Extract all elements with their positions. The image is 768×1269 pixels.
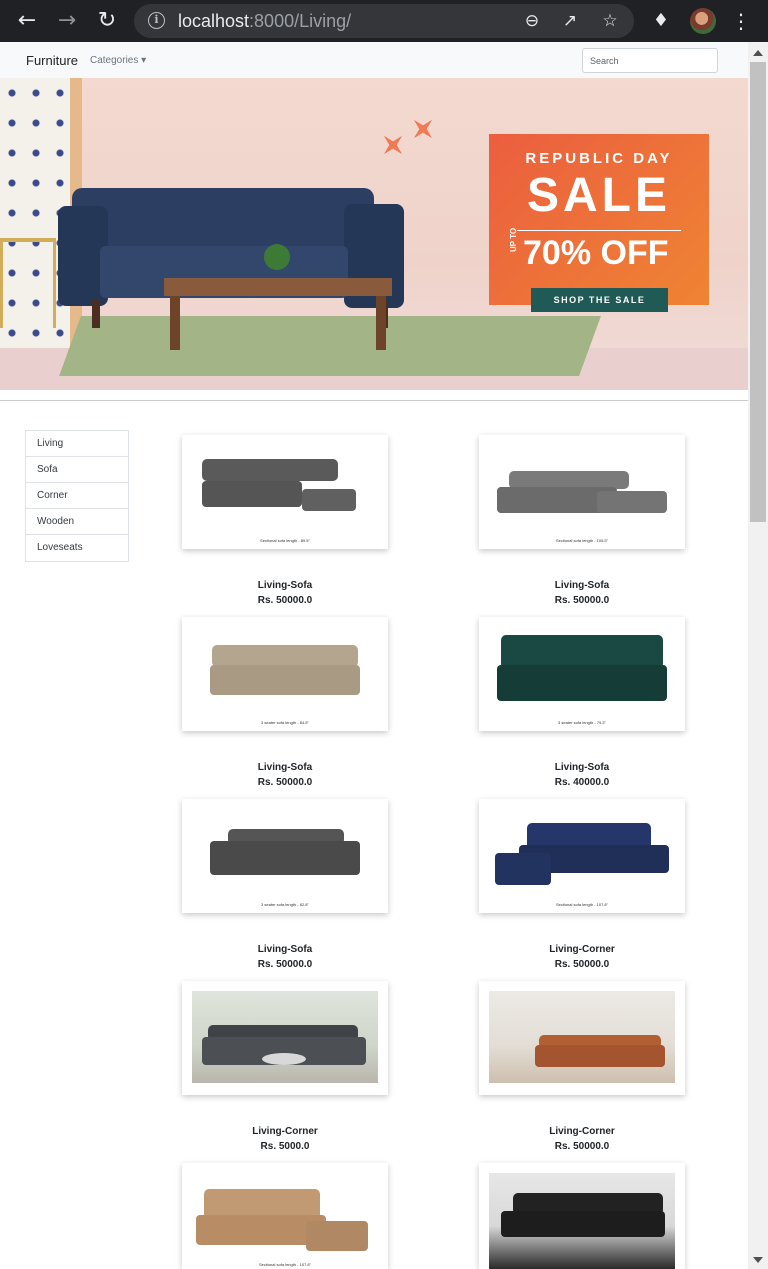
product-price: Rs. 50000.0: [257, 959, 313, 970]
pinwheel-icon: [405, 111, 442, 148]
product-image[interactable]: 3 seater sofa length - 82.8": [182, 799, 388, 913]
extensions-icon[interactable]: ♦: [646, 6, 676, 36]
sale-title: SALE: [526, 169, 671, 222]
category-item-sofa[interactable]: Sofa: [26, 457, 128, 483]
product-name[interactable]: Living-Corner: [182, 1126, 388, 1137]
address-bar[interactable]: i localhost:8000/Living/ ⊖ ↗ ☆: [134, 4, 634, 38]
product-name[interactable]: Living-Sofa: [182, 762, 388, 773]
product-image[interactable]: Sectional sofa length - 105.5": [479, 435, 685, 549]
product-price: Rs. 50000.0: [554, 595, 610, 606]
sofa-leg: [92, 300, 100, 328]
categories-label: Categories: [90, 55, 139, 66]
scroll-up-arrow-icon[interactable]: [753, 50, 763, 56]
profile-avatar[interactable]: [690, 8, 716, 34]
product-caption: 3 seater sofa length - 84.5": [261, 720, 309, 725]
caret-down-icon: ▾: [141, 55, 147, 66]
browser-toolbar: ← → ↻ i localhost:8000/Living/ ⊖ ↗ ☆ ♦ ⋮: [0, 0, 768, 42]
product-image[interactable]: Sectional sofa length - 89.5": [182, 435, 388, 549]
product-name[interactable]: Living-Sofa: [479, 762, 685, 773]
search-input[interactable]: [582, 48, 718, 73]
product-caption: Sectional sofa length - 107.8": [258, 1262, 312, 1267]
site-navbar: Furniture Categories ▾: [0, 42, 748, 78]
category-list: Living Sofa Corner Wooden Loveseats: [25, 430, 129, 562]
product-name[interactable]: Living-Corner: [479, 1126, 685, 1137]
pinwheel-icon: [375, 127, 412, 164]
product-image[interactable]: 3 seater sofa length - 79.3": [479, 617, 685, 731]
sale-divider: [517, 230, 681, 231]
category-item-living[interactable]: Living: [26, 431, 128, 457]
product-name[interactable]: Living-Corner: [479, 944, 685, 955]
sale-heading: REPUBLIC DAY: [525, 150, 673, 167]
zoom-out-icon[interactable]: ⊖: [520, 9, 544, 33]
product-price: Rs. 5000.0: [260, 1141, 310, 1152]
product-caption: Sectional sofa length - 105.5": [555, 538, 609, 543]
category-item-loveseats[interactable]: Loveseats: [26, 535, 128, 561]
forward-arrow-icon[interactable]: →: [52, 6, 82, 36]
product-name[interactable]: Living-Sofa: [182, 580, 388, 591]
category-item-corner[interactable]: Corner: [26, 483, 128, 509]
product-caption: Sectional sofa length - 107.8": [555, 902, 609, 907]
back-arrow-icon[interactable]: ←: [12, 6, 42, 36]
sale-upto: UP TO: [509, 227, 518, 252]
product-image[interactable]: [182, 981, 388, 1095]
star-icon[interactable]: ☆: [598, 9, 622, 33]
product-price: Rs. 50000.0: [554, 1141, 610, 1152]
product-name[interactable]: Living-Sofa: [479, 580, 685, 591]
product-name[interactable]: Living-Sofa: [182, 944, 388, 955]
product-caption: 3 seater sofa length - 82.8": [261, 902, 309, 907]
menu-icon[interactable]: ⋮: [726, 6, 756, 36]
product-image[interactable]: [479, 1163, 685, 1269]
side-table: [0, 238, 56, 328]
scrollbar-thumb[interactable]: [750, 62, 766, 522]
green-rug: [59, 316, 601, 376]
share-icon[interactable]: ↗: [558, 9, 582, 33]
category-item-wooden[interactable]: Wooden: [26, 509, 128, 535]
product-image[interactable]: Sectional sofa length - 107.8": [479, 799, 685, 913]
page-scrollbar[interactable]: [748, 42, 768, 1269]
reload-icon[interactable]: ↻: [92, 6, 122, 36]
hero-banner[interactable]: REPUBLIC DAY SALE UP TO 70% OFF SHOP THE…: [0, 78, 748, 390]
divider: [0, 400, 748, 401]
product-price: Rs. 50000.0: [257, 777, 313, 788]
coffee-table: [164, 278, 392, 296]
product-image[interactable]: Sectional sofa length - 107.8": [182, 1163, 388, 1269]
sale-discount: 70% OFF: [523, 234, 669, 272]
product-price: Rs. 50000.0: [257, 595, 313, 606]
product-price: Rs. 50000.0: [554, 959, 610, 970]
brand-link[interactable]: Furniture: [26, 53, 78, 68]
url-text[interactable]: localhost:8000/Living/: [178, 11, 351, 32]
product-price: Rs. 40000.0: [554, 777, 610, 788]
sale-promo-box: REPUBLIC DAY SALE UP TO 70% OFF SHOP THE…: [489, 134, 709, 312]
shop-sale-button[interactable]: SHOP THE SALE: [531, 288, 668, 312]
product-image[interactable]: [479, 981, 685, 1095]
scroll-down-arrow-icon[interactable]: [753, 1257, 763, 1263]
categories-dropdown[interactable]: Categories ▾: [90, 55, 146, 66]
product-caption: Sectional sofa length - 89.5": [260, 538, 310, 543]
table-leg: [170, 296, 180, 350]
flower-pot: [264, 244, 290, 270]
product-image[interactable]: 3 seater sofa length - 84.5": [182, 617, 388, 731]
info-icon[interactable]: i: [148, 12, 165, 29]
product-caption: 3 seater sofa length - 79.3": [558, 720, 606, 725]
table-leg: [376, 296, 386, 350]
